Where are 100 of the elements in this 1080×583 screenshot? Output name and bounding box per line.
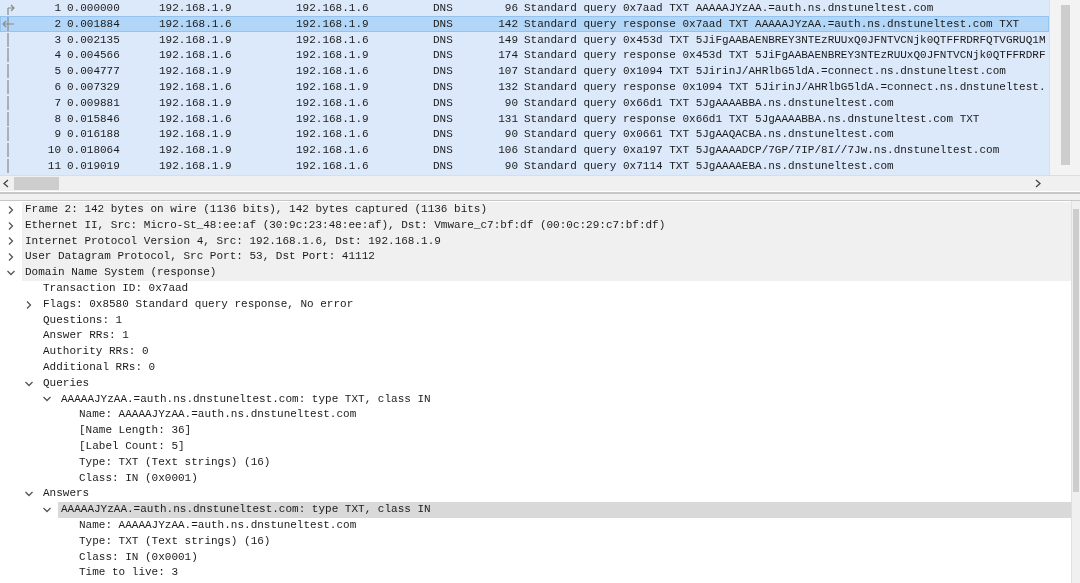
source-address: 192.168.1.9 [159,143,233,159]
chevron-right-icon[interactable] [6,236,16,247]
tree-item[interactable]: Name: AAAAAJYzAA.=auth.ns.dnstuneltest.com [76,517,1071,534]
packet-length: 90 [503,95,518,111]
arrow-icon [1,16,15,31]
source-address: 192.168.1.9 [159,158,233,174]
vertical-scrollbar[interactable] [1071,201,1080,583]
tree-item[interactable]: Questions: 1 [40,312,1071,329]
tree-item[interactable]: Domain Name System (response) [22,265,1071,281]
tree-item[interactable]: Queries [40,375,1071,392]
protocol: DNS [433,32,454,48]
packet-info: Standard query 0x7aad TXT AAAAAJYzAA.=auth.ns.dnstuneltest.com [523,1,935,16]
tree-item[interactable]: Type: TXT (Text strings) (16) [76,533,1071,550]
destination-address: 192.168.1.6 [296,1,370,16]
packet-number: 9 [53,127,61,143]
chevron-right-icon[interactable] [6,220,16,231]
packet-length: 106 [497,143,518,159]
packet-number: 3 [53,32,61,48]
scroll-thumb[interactable] [1060,5,1070,165]
protocol: DNS [433,48,454,64]
tree-item[interactable]: AAAAAJYzAA.=auth.ns.dnstuneltest.com: type TXT, class IN [58,391,1071,408]
packet-length: 132 [497,80,518,95]
destination-address: 192.168.1.6 [296,64,370,80]
tree-item[interactable]: [Name Length: 36] [76,423,1071,439]
destination-address: 192.168.1.9 [296,111,370,127]
packet-time: 0.015846 [66,111,121,127]
tree-item[interactable]: Time to live: 3 [76,565,1071,582]
tree-item[interactable]: Type: TXT (Text strings) (16) [76,454,1071,471]
tree-item[interactable]: Answer RRs: 1 [40,328,1071,345]
packet-number: 10 [46,143,61,159]
packet-row[interactable]: 2 0.001884 192.168.1.6 192.168.1.9 DNS 142 Standard query response 0x7aad TXT AAAAAJYzAA.=auth.ns.dnstuneltest.com TXT [0,15,1049,32]
scroll-thumb[interactable] [1073,209,1079,492]
packet-row[interactable]: 9 0.016188 192.168.1.9 192.168.1.6 DNS 90 Standard query 0x0661 TXT 5JgAAQACBA.ns.dnstuneltest.com [0,126,1049,143]
packet-row[interactable]: 4 0.004566 192.168.1.6 192.168.1.9 DNS 174 Standard query response 0x453d TXT 5JiFgAABAENBREY3NTEzRUUxQ0JFNTVCNjk0QTFFRDRF [0,47,1049,64]
packet-length: 90 [503,158,518,174]
packet-row[interactable]: 6 0.007329 192.168.1.6 192.168.1.9 DNS 132 Standard query response 0x1094 TXT 5JirinJ/AHRlbG5ldA.=connect.ns.dnstuneltest. [0,79,1049,95]
packet-row[interactable]: 7 0.009881 192.168.1.9 192.168.1.6 DNS 90 Standard query 0x66d1 TXT 5JgAAAABBA.ns.dnstuneltest.com [0,94,1049,111]
packet-number: 2 [53,16,61,32]
packet-number: 1 [53,1,61,16]
tree-item[interactable]: Transaction ID: 0x7aad [40,281,1071,297]
destination-address: 192.168.1.6 [296,127,370,143]
packet-row[interactable]: 11 0.019019 192.168.1.9 192.168.1.6 DNS 90 Standard query 0x7114 TXT 5JgAAAAEBA.ns.dnstuneltest.com [0,157,1049,174]
source-address: 192.168.1.6 [159,80,233,95]
packet-time: 0.004566 [66,48,121,64]
chevron-right-icon[interactable] [24,299,34,310]
packet-row[interactable]: 5 0.004777 192.168.1.9 192.168.1.6 DNS 107 Standard query 0x1094 TXT 5JirinJ/AHRlbG5ldA.=connect.ns.dnstuneltest.com [0,63,1049,79]
destination-address: 192.168.1.6 [296,143,370,159]
horizontal-scrollbar[interactable] [0,175,1080,191]
protocol: DNS [433,127,454,143]
packet-info: Standard query 0x7114 TXT 5JgAAAAEBA.ns.dnstuneltest.com [523,158,895,174]
packet-number: 5 [53,64,61,80]
source-address: 192.168.1.9 [159,32,233,48]
packet-time: 0.019019 [66,158,121,174]
source-address: 192.168.1.6 [159,111,233,127]
tree-item[interactable]: Name: AAAAAJYzAA.=auth.ns.dnstuneltest.com [76,407,1071,424]
packet-info: Standard query response 0x453d TXT 5JiFgAABAENBREY3NTEzRUUxQ0JFNTVCNjk0QTFFRDRF [523,48,1047,64]
packet-time: 0.004777 [66,64,121,80]
destination-address: 192.168.1.9 [296,16,370,32]
vertical-scrollbar[interactable] [1049,0,1080,175]
packet-time: 0.000000 [66,1,121,16]
packet-info: Standard query response 0x66d1 TXT 5JgAAAABBA.ns.dnstuneltest.com TXT [523,111,981,127]
protocol: DNS [433,158,454,174]
tree-item[interactable]: User Datagram Protocol, Src Port: 53, Dst Port: 41112 [22,249,1071,266]
source-address: 192.168.1.6 [159,16,233,32]
packet-row[interactable]: 8 0.015846 192.168.1.6 192.168.1.9 DNS 131 Standard query response 0x66d1 TXT 5JgAAAABBA.ns.dnstuneltest.com TXT [0,110,1049,127]
tree-item[interactable]: [Label Count: 5] [76,438,1071,455]
destination-address: 192.168.1.9 [296,48,370,64]
packet-length: 149 [497,32,518,48]
tree-item[interactable]: Authority RRs: 0 [40,344,1071,360]
scroll-thumb[interactable] [14,177,59,190]
packet-info: Standard query 0x453d TXT 5JiFgAABAENBREY3NTEzRUUxQ0JFNTVCNjk0QTFFRDRFQTVGRUQ1M [523,32,1047,48]
packet-row[interactable]: 10 0.018064 192.168.1.9 192.168.1.6 DNS 106 Standard query 0xa197 TXT 5JgAAAADCP/7GP/7IP/8I//7Jw.ns.dnstuneltest.com [0,142,1049,158]
packet-length: 142 [497,16,518,32]
packet-time: 0.016188 [66,127,121,143]
tree-item[interactable]: Flags: 0x8580 Standard query response, No error [40,296,1071,313]
packet-length: 131 [497,111,518,127]
tree-item[interactable]: Frame 2: 142 bytes on wire (1136 bits), 142 bytes captured (1136 bits) [22,202,1071,218]
tree-item[interactable]: Class: IN (0x0001) [76,470,1071,487]
protocol: DNS [433,143,454,159]
tree-item[interactable]: AAAAAJYzAA.=auth.ns.dnstuneltest.com: type TXT, class IN [58,502,1071,518]
packet-info: Standard query 0xa197 TXT 5JgAAAADCP/7GP/7IP/8I//7Jw.ns.dnstuneltest.com [523,143,1001,159]
protocol: DNS [433,64,454,80]
packet-row[interactable]: 1 0.000000 192.168.1.9 192.168.1.6 DNS 96 Standard query 0x7aad TXT AAAAAJYzAA.=auth.ns.dnstuneltest.com [0,0,1049,16]
source-address: 192.168.1.9 [159,64,233,80]
protocol: DNS [433,1,454,16]
chevron-right-icon[interactable] [6,252,16,263]
chevron-right-icon[interactable] [6,204,16,215]
tree-item[interactable]: Answers [40,486,1071,503]
packet-time: 0.007329 [66,80,121,95]
packet-row[interactable]: 3 0.002135 192.168.1.9 192.168.1.6 DNS 149 Standard query 0x453d TXT 5JiFgAABAENBREY3NTEzRUUxQ0JFNTVCNjk0QTFFRDRFQTVGRUQ1M [0,31,1049,48]
protocol: DNS [433,80,454,95]
packet-number: 6 [53,80,61,95]
packet-number: 4 [53,48,61,64]
packet-length: 96 [503,1,518,16]
destination-address: 192.168.1.6 [296,95,370,111]
tree-item[interactable]: Additional RRs: 0 [40,359,1071,376]
packet-info: Standard query 0x66d1 TXT 5JgAAAABBA.ns.dnstuneltest.com [523,95,895,111]
destination-address: 192.168.1.6 [296,158,370,174]
tree-item[interactable]: Class: IN (0x0001) [76,549,1071,566]
packet-info: Standard query response 0x7aad TXT AAAAAJYzAA.=auth.ns.dnstuneltest.com TXT [523,16,1021,32]
